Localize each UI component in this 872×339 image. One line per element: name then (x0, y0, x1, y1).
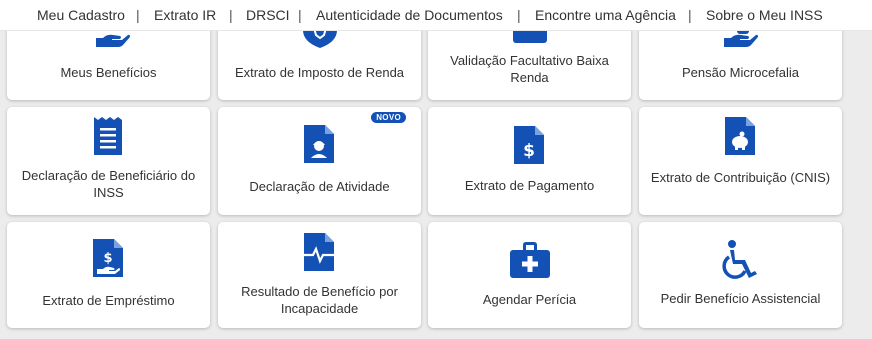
card-resultado-beneficio-incapacidade[interactable]: Resultado de Benefício por Incapacidade (218, 222, 421, 328)
dollar-document-icon: $ (514, 126, 544, 164)
loan-document-icon: $ (93, 239, 123, 277)
card-label: Declaração de Beneficiário do INSS (21, 168, 196, 200)
card-label: Extrato de Pagamento (464, 178, 595, 193)
card-label: Extrato de Contribuição (CNIS) (650, 170, 831, 185)
nav-separator: | (229, 7, 233, 23)
nav-separator: | (688, 7, 692, 23)
nav-sobre-meu-inss[interactable]: Sobre o Meu INSS (706, 7, 823, 23)
card-pedir-beneficio-assistencial[interactable]: Pedir Benefício Assistencial (639, 222, 842, 328)
card-label: Meus Benefícios (60, 65, 157, 80)
card-label: Extrato de Empréstimo (42, 293, 175, 308)
card-label: Declaração de Atividade (249, 179, 390, 194)
card-label: Resultado de Benefício por Incapacidade (241, 284, 398, 316)
card-extrato-pagamento[interactable]: $ Extrato de Pagamento (428, 107, 631, 215)
nav-extrato-ir[interactable]: Extrato IR (154, 7, 216, 23)
nav-separator: | (136, 7, 140, 23)
card-label: Validação Facultativo Baixa Renda (450, 53, 609, 85)
medical-kit-icon (510, 242, 550, 278)
top-navigation: Meu Cadastro | Extrato IR | DRSCI | Aute… (0, 0, 872, 31)
heartbeat-document-icon (304, 233, 336, 271)
wheelchair-icon (722, 240, 757, 279)
receipt-icon (94, 117, 122, 155)
nav-drsci[interactable]: DRSCI (246, 7, 290, 23)
card-label: Extrato de Imposto de Renda (234, 65, 405, 80)
card-label: Pedir Benefício Assistencial (660, 291, 821, 306)
nav-separator: | (517, 7, 521, 23)
nav-autenticidade-documentos[interactable]: Autenticidade de Documentos (316, 7, 503, 23)
card-declaracao-atividade[interactable]: NOVO Declaração de Atividade (218, 107, 421, 215)
worker-document-icon (304, 125, 334, 163)
card-label: Pensão Microcefalia (681, 65, 800, 80)
card-label: Agendar Perícia (482, 292, 577, 307)
card-extrato-emprestimo[interactable]: $ Extrato de Empréstimo (7, 222, 210, 328)
card-extrato-contribuicao[interactable]: Extrato de Contribuição (CNIS) (639, 107, 842, 215)
new-badge: NOVO (371, 112, 406, 123)
nav-separator: | (298, 7, 302, 23)
nav-encontre-agencia[interactable]: Encontre uma Agência (535, 7, 676, 23)
card-declaracao-beneficiario[interactable]: Declaração de Beneficiário do INSS (7, 107, 210, 215)
nav-meu-cadastro[interactable]: Meu Cadastro (37, 7, 125, 23)
piggy-document-icon (725, 117, 755, 155)
svg-text:$: $ (523, 141, 535, 161)
svg-text:$: $ (103, 251, 112, 266)
card-agendar-pericia[interactable]: Agendar Perícia (428, 222, 631, 328)
